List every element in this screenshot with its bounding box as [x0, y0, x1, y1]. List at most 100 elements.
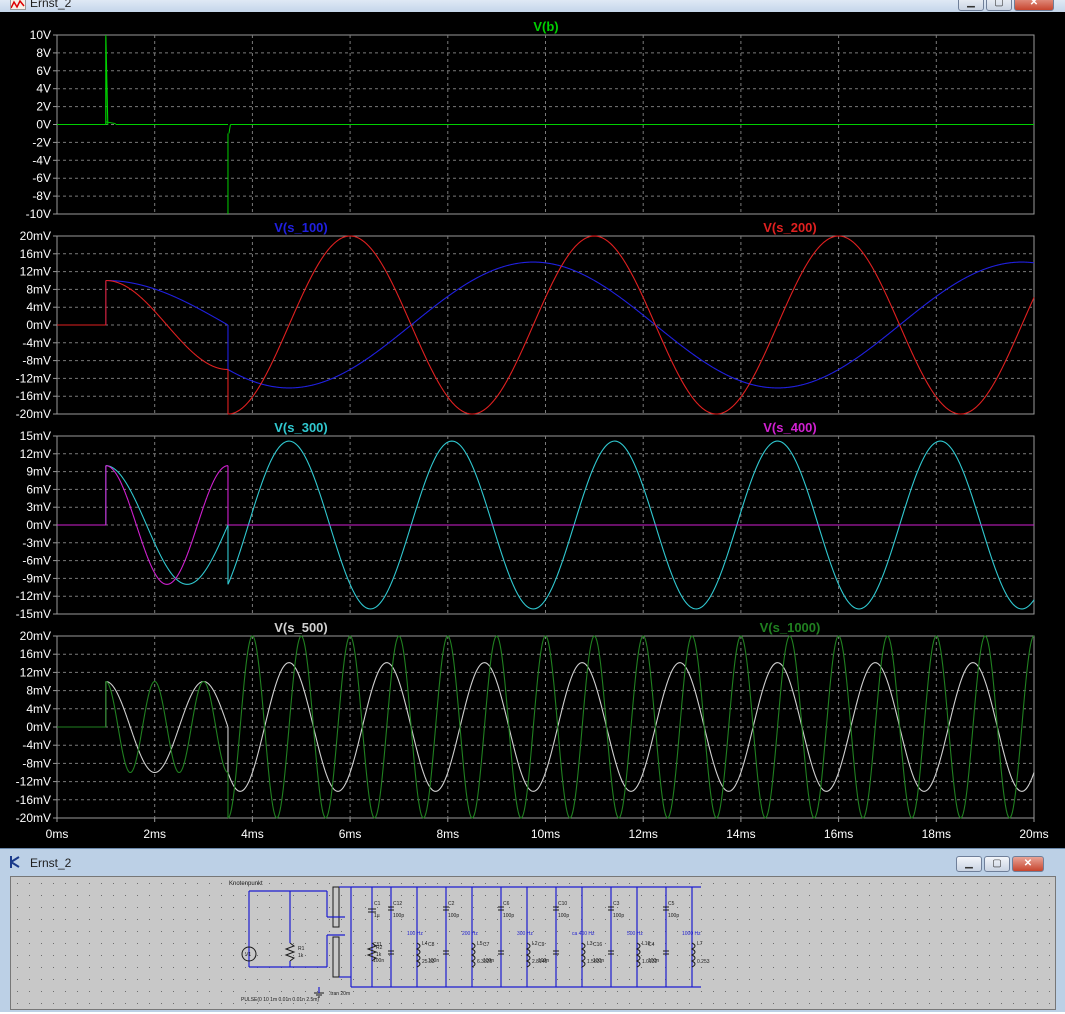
grid-dot — [677, 967, 678, 968]
grid-dot — [965, 919, 966, 920]
grid-dot — [953, 883, 954, 884]
grid-dot — [53, 967, 54, 968]
grid-dot — [221, 1003, 222, 1004]
maximize-button[interactable]: ▢ — [986, 0, 1012, 11]
grid-dot — [605, 895, 606, 896]
grid-dot — [17, 991, 18, 992]
grid-dot — [473, 883, 474, 884]
grid-dot — [737, 967, 738, 968]
grid-dot — [833, 907, 834, 908]
grid-dot — [689, 955, 690, 956]
grid-dot — [785, 979, 786, 980]
grid-dot — [461, 883, 462, 884]
waveform-viewer[interactable]: 10V 8V 6V 4V 2V 0V -2V -4V -6V -8V -10V 20mV 16mV 12m… — [0, 12, 1065, 848]
grid-dot — [125, 931, 126, 932]
y-tick-label: 6mV — [26, 482, 51, 496]
grid-dot — [869, 931, 870, 932]
grid-dot — [245, 979, 246, 980]
schematic-maximize-button[interactable]: ▢ — [984, 856, 1010, 872]
grid-dot — [509, 979, 510, 980]
grid-dot — [689, 907, 690, 908]
trace-label[interactable]: V(s_200) — [763, 220, 816, 235]
c1-label: C1 — [374, 901, 381, 907]
inductor-label: L5 — [477, 941, 483, 947]
grid-dot — [413, 943, 414, 944]
grid-dot — [521, 943, 522, 944]
waveform-chart[interactable]: 10V 8V 6V 4V 2V 0V -2V -4V -6V -8V -10V 20mV 16mV 12m… — [0, 12, 1065, 848]
grid-dot — [329, 943, 330, 944]
grid-dot — [857, 979, 858, 980]
grid-dot — [437, 907, 438, 908]
grid-dot — [401, 967, 402, 968]
resistor-icon[interactable] — [284, 942, 296, 962]
grid-dot — [1013, 895, 1014, 896]
grid-dot — [941, 943, 942, 944]
grid-dot — [977, 991, 978, 992]
grid-dot — [161, 991, 162, 992]
grid-dot — [185, 907, 186, 908]
y-tick-label: -10V — [26, 207, 51, 221]
grid-dot — [785, 907, 786, 908]
grid-dot — [593, 955, 594, 956]
grid-dot — [413, 955, 414, 956]
grid-dot — [581, 883, 582, 884]
trace-label[interactable]: V(s_500) — [274, 620, 327, 635]
grid-dot — [569, 895, 570, 896]
grid-dot — [893, 967, 894, 968]
schematic-minimize-button[interactable]: ▁ — [956, 856, 982, 872]
grid-dot — [269, 883, 270, 884]
grid-dot — [341, 919, 342, 920]
grid-dot — [437, 919, 438, 920]
grid-dot — [761, 883, 762, 884]
grid-dot — [809, 907, 810, 908]
grid-dot — [797, 1003, 798, 1004]
grid-dot — [305, 943, 306, 944]
grid-dot — [845, 907, 846, 908]
grid-dot — [857, 883, 858, 884]
grid-dot — [713, 943, 714, 944]
grid-dot — [389, 991, 390, 992]
grid-dot — [773, 943, 774, 944]
grid-dot — [737, 931, 738, 932]
grid-dot — [977, 979, 978, 980]
minimize-button[interactable]: ▁ — [958, 0, 984, 11]
grid-dot — [209, 907, 210, 908]
grid-dot — [269, 979, 270, 980]
grid-dot — [725, 931, 726, 932]
close-button[interactable]: ✕ — [1014, 0, 1054, 11]
grid-dot — [77, 1003, 78, 1004]
grid-dot — [197, 943, 198, 944]
grid-dot — [437, 967, 438, 968]
cap2-label: C8 — [428, 942, 435, 948]
grid-dot — [137, 895, 138, 896]
y-tick-label: -16mV — [16, 389, 51, 403]
grid-dot — [29, 979, 30, 980]
grid-dot — [1025, 919, 1026, 920]
grid-dot — [149, 919, 150, 920]
grid-dot — [281, 1003, 282, 1004]
grid-dot — [401, 955, 402, 956]
grid-dot — [905, 931, 906, 932]
grid-dot — [1001, 1003, 1002, 1004]
grid-dot — [1049, 895, 1050, 896]
cap-value: 100p — [558, 913, 569, 919]
trace-label[interactable]: V(s_300) — [274, 420, 327, 435]
grid-dot — [713, 919, 714, 920]
grid-dot — [533, 967, 534, 968]
trace-label[interactable]: V(s_400) — [763, 420, 816, 435]
grid-dot — [593, 919, 594, 920]
schematic-close-button[interactable]: ✕ — [1012, 856, 1044, 872]
trace-label[interactable]: V(s_100) — [274, 220, 327, 235]
grid-dot — [353, 991, 354, 992]
grid-dot — [917, 931, 918, 932]
grid-dot — [197, 919, 198, 920]
trace-label[interactable]: V(b) — [533, 19, 558, 34]
trace-label[interactable]: V(s_1000) — [760, 620, 821, 635]
grid-dot — [353, 895, 354, 896]
grid-dot — [377, 895, 378, 896]
schematic-canvas[interactable]: Knotenpunkt V1 R1 1k C1 1µ R2 1k .tran 20m PULSE(… — [10, 876, 1056, 1010]
r1-label: R1 — [298, 946, 305, 952]
grid-dot — [797, 931, 798, 932]
grid-dot — [1049, 955, 1050, 956]
grid-dot — [737, 883, 738, 884]
